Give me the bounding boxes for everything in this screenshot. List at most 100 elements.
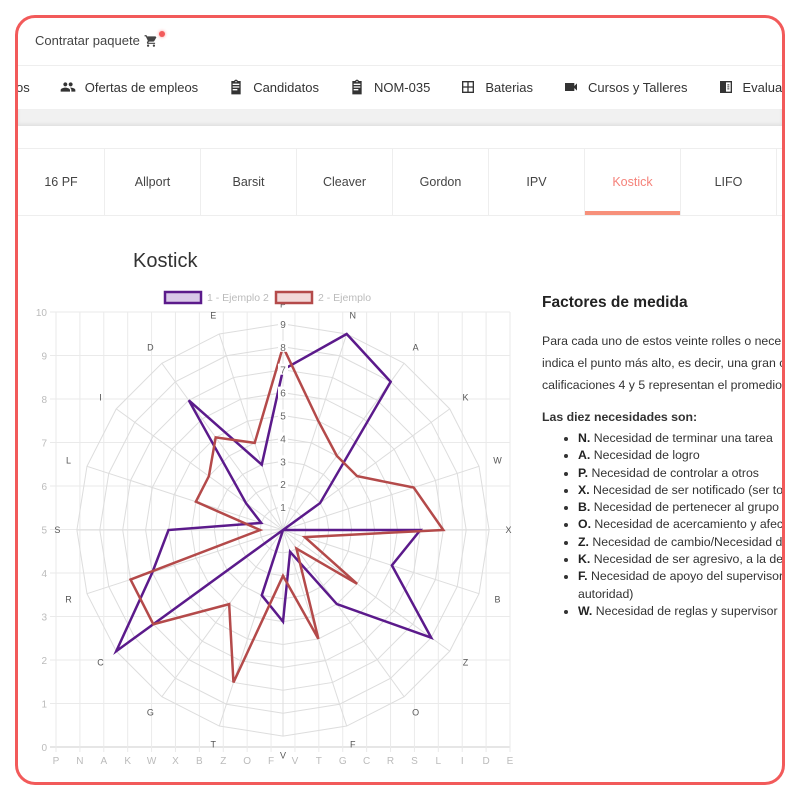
radial-tick-label: 5 [280,412,286,423]
paragraph-line: indica el punto más alto, es decir, una … [542,356,785,370]
nav-label: os [16,79,30,95]
tab-barsit[interactable]: Barsit [201,149,297,215]
y-tick-label: 7 [41,439,47,450]
y-tick-label: 2 [41,656,47,667]
nav-item-baterias[interactable]: Baterias [460,79,533,95]
radar-axis-label: A [413,343,419,353]
radial-tick-label: 4 [280,434,286,445]
kostick-radar-chart: 012345678910P N A K W X B Z O F V T G C R S L I D EPNAKWXBZ… [36,290,514,767]
nav-item-candidatos[interactable]: Candidatos [228,79,319,95]
x-tick-label: A [100,756,107,767]
x-tick-label: L [436,756,442,767]
paragraph-line: calificaciones 4 y 5 representan el prom… [542,378,782,392]
x-tick-label: Z [220,756,226,767]
factors-heading: Factores de medida [542,294,688,311]
list-item: O. Necesidad de acercamiento y afect [578,516,782,533]
radar-axis-label: L [66,455,71,465]
notification-dot [158,30,165,37]
radar-axis-label: B [495,595,501,605]
x-tick-label: V [292,756,299,767]
tab-cleaver[interactable]: Cleaver [297,149,393,215]
nav-item-cursos[interactable]: Cursos y Talleres [563,79,688,95]
nav-label: NOM-035 [373,79,431,95]
y-tick-label: 1 [41,700,47,711]
x-tick-label: B [196,756,203,767]
legend-label: 1 - Ejemplo 2 [207,292,269,304]
y-tick-label: 0 [41,743,47,754]
list-item: W. Necesidad de reglas y supervisor [578,603,782,620]
radar-spoke [282,529,480,595]
y-tick-label: 8 [41,395,47,406]
y-tick-label: 3 [41,613,47,624]
tab-allport[interactable]: Allport [105,149,201,215]
tab-ipv[interactable]: IPV [489,149,585,215]
buy-package-label: Contratar paquete [35,33,140,48]
nav-label: Baterias [485,79,534,95]
nav-item-ofertas[interactable]: Ofertas de empleos [60,79,198,95]
x-tick-label: I [461,756,464,767]
radar-axis-label: C [97,658,104,668]
x-tick-label: F [268,756,274,767]
radar-spoke [282,529,405,698]
factors-paragraph: Para cada uno de estos veinte rolles o n… [542,330,785,396]
radar-spoke [282,465,480,531]
radar-spoke [86,529,284,595]
y-tick-label: 6 [41,482,47,493]
tab-lifo[interactable]: LIFO [681,149,777,215]
radial-tick-label: 8 [280,343,286,354]
x-tick-label: X [172,756,179,767]
radial-tick-label: 1 [280,503,286,514]
legend-label: 2 - Ejemplo [318,292,371,304]
radial-tick-label: 7 [280,366,286,377]
list-item: A. Necesidad de logro [578,447,782,464]
x-tick-label: O [243,756,251,767]
list-item: K. Necesidad de ser agresivo, a la de [578,551,782,568]
radar-axis-label: I [99,392,102,402]
tab-gordon[interactable]: Gordon [393,149,489,215]
nav-item-evaluaciones[interactable]: Evaluac [718,79,782,95]
y-tick-label: 9 [41,352,47,363]
video-icon [565,83,578,91]
test-tabs: 16 PF Allport Barsit Cleaver Gordon IPV … [18,148,782,216]
list-item: N. Necesidad de terminar una tarea [578,430,782,447]
y-tick-label: 10 [36,308,48,319]
book-icon [719,81,732,93]
x-tick-label: K [124,756,131,767]
radar-axis-label: R [65,595,72,605]
app-frame: Contratar paquete os Ofertas de empleos … [15,15,785,785]
nav-item-truncated[interactable]: os [16,79,30,95]
legend-swatch [274,290,314,305]
radar-axis-label: Z [463,658,469,668]
nav-item-nom035[interactable]: NOM-035 [349,79,430,95]
radar-axis-label: T [211,740,217,750]
nav-label: Ofertas de empleos [84,79,199,95]
radar-axis-label: X [506,525,512,535]
needs-subheading: Las diez necesidades son: [542,410,698,424]
divider-band [18,109,782,126]
radar-axis-label: F [350,740,356,750]
x-tick-label: R [387,756,394,767]
y-tick-label: 4 [41,569,47,580]
list-item: P. Necesidad de controlar a otros [578,465,782,482]
list-item: F. Necesidad de apoyo del supervisor aut… [578,568,782,603]
radar-axis-label: E [210,310,216,320]
radar-axis-label: K [462,392,468,402]
x-tick-label: C [363,756,370,767]
x-tick-label: W [147,756,157,767]
paragraph-line: Para cada uno de estos veinte rolles o n… [542,334,782,348]
factors-panel: Factores de medida Para cada uno de esto… [542,294,785,620]
top-bar: Contratar paquete [18,18,782,66]
tab-16pf[interactable]: 16 PF [18,149,105,215]
page-title: Kostick [133,250,198,272]
nav-label: Cursos y Talleres [588,79,688,95]
radar-axis-label: V [280,751,286,761]
tab-kostick[interactable]: Kostick [585,149,681,215]
list-item: Z. Necesidad de cambio/Necesidad de [578,534,782,551]
people-icon [60,82,76,92]
radial-tick-label: 9 [280,320,286,331]
x-tick-label: G [339,756,347,767]
buy-package-button[interactable]: Contratar paquete [35,30,168,48]
radial-tick-label: 2 [280,480,286,491]
x-tick-label: T [316,756,322,767]
clipboard-icon [231,79,241,95]
